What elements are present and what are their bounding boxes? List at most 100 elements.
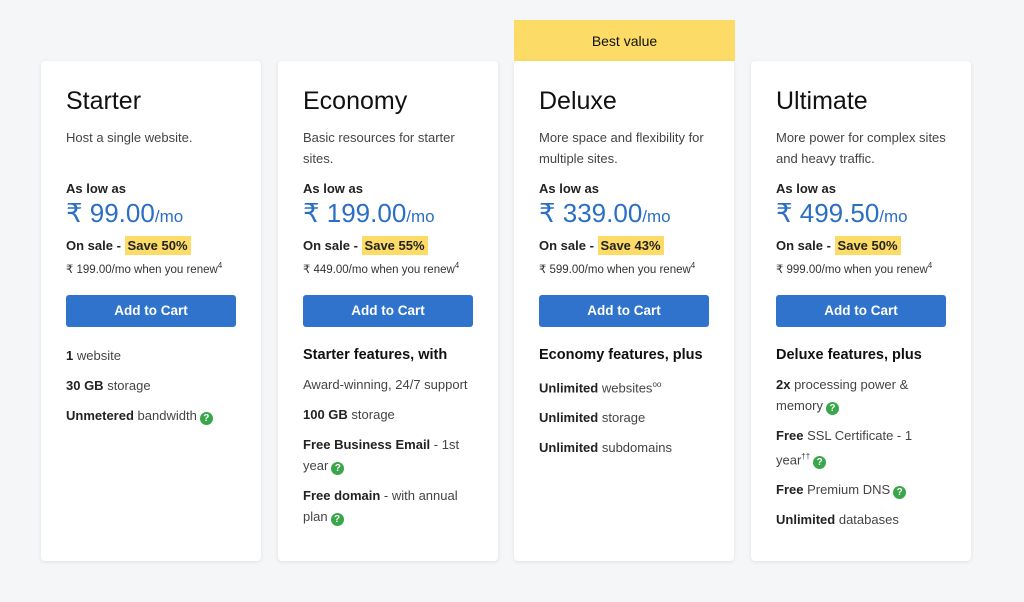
renew-price: ₹ 199.00/mo when you renew4: [66, 261, 223, 276]
plan-price: ₹ 339.00/mo: [539, 198, 709, 233]
price-period: /mo: [642, 207, 671, 226]
footnote-marker: 4: [927, 261, 933, 270]
plan-title: Ultimate: [776, 87, 868, 115]
help-icon[interactable]: ?: [813, 456, 827, 470]
feature-item: Free Premium DNS?: [776, 479, 946, 500]
footnote-marker: 4: [454, 261, 460, 270]
sale-label: On sale -: [539, 238, 594, 253]
price-period: /mo: [154, 207, 184, 226]
price-amount: ₹ 339.00: [539, 198, 643, 228]
renew-price: ₹ 449.00/mo when you renew4: [303, 261, 460, 276]
features-heading: Economy features, plus: [539, 346, 703, 363]
price-amount: ₹ 99.00: [66, 198, 155, 228]
plan-title: Economy: [303, 87, 408, 115]
footnote-marker: ††: [801, 451, 811, 461]
feature-highlight: Free: [776, 427, 804, 443]
feature-text: website: [73, 347, 121, 363]
plan-card-economy: Economy Basic resources for starter site…: [278, 61, 498, 561]
feature-item: Unlimited websitesoo: [539, 374, 709, 398]
plan-card-deluxe: Deluxe More space and flexibility for mu…: [514, 61, 734, 561]
as-low-as-label: As low as: [66, 181, 126, 196]
save-badge: Save 55%: [361, 236, 428, 255]
feature-item: 30 GB storage: [66, 375, 236, 396]
feature-list: 1 website 30 GB storage Unmetered bandwidt…: [66, 345, 236, 426]
feature-item: 100 GB storage: [303, 404, 473, 425]
sale-label: On sale -: [66, 238, 121, 253]
sale-line: On sale - Save 55%: [303, 236, 473, 256]
sale-label: On sale -: [776, 238, 831, 253]
help-icon[interactable]: ?: [331, 461, 345, 475]
features-heading: Starter features, with: [303, 346, 448, 363]
plan-description: More power for complex sites and heavy t…: [776, 130, 946, 166]
feature-list: Economy features, plus Unlimited websites…: [539, 345, 709, 458]
feature-text: storage: [347, 406, 395, 422]
add-to-cart-button[interactable]: Add to Cart: [539, 294, 709, 327]
help-icon[interactable]: ?: [199, 411, 213, 425]
as-low-as-label: As low as: [303, 181, 363, 196]
feature-text: Premium DNS: [803, 482, 891, 498]
price-amount: ₹ 199.00: [303, 198, 407, 228]
add-to-cart-button[interactable]: Add to Cart: [776, 294, 946, 327]
price-period: /mo: [879, 207, 908, 226]
feature-text: storage: [598, 410, 646, 426]
feature-text: processing power & memory: [776, 376, 909, 413]
feature-highlight: 2x: [776, 376, 791, 392]
feature-text: websites: [598, 380, 653, 396]
feature-text: databases: [835, 512, 899, 528]
save-badge: Save 50%: [834, 236, 901, 255]
renew-price: ₹ 599.00/mo when you renew4: [539, 261, 696, 276]
feature-highlight: Free domain: [303, 487, 381, 503]
feature-highlight: Unlimited: [539, 380, 599, 396]
feature-highlight: Unlimited: [539, 410, 599, 426]
feature-highlight: Free: [776, 482, 804, 498]
feature-item: 1 website: [66, 345, 236, 366]
save-badge: Save 50%: [124, 236, 191, 255]
best-value-label: Best value: [591, 33, 658, 49]
feature-item: Free SSL Certificate - 1 year††?: [776, 425, 946, 470]
feature-item: Unlimited subdomains: [539, 437, 709, 458]
add-to-cart-button[interactable]: Add to Cart: [66, 294, 236, 327]
price-amount: ₹ 499.50: [776, 198, 880, 228]
sale-line: On sale - Save 50%: [66, 236, 236, 256]
sale-line: On sale - Save 50%: [776, 236, 946, 256]
plan-card-starter: Starter Host a single website. As low as…: [41, 61, 261, 561]
feature-list: Deluxe features, plus 2x processing power…: [776, 345, 946, 530]
feature-highlight: 30 GB: [66, 377, 104, 393]
feature-item: 2x processing power & memory?: [776, 374, 946, 416]
as-low-as-label: As low as: [539, 181, 599, 196]
renew-price: ₹ 999.00/mo when you renew4: [776, 261, 933, 276]
footnote-marker: 4: [690, 261, 696, 270]
plan-price: ₹ 199.00/mo: [303, 198, 473, 233]
sale-label: On sale -: [303, 238, 358, 253]
plan-title: Starter: [66, 87, 142, 115]
help-icon[interactable]: ?: [825, 401, 839, 415]
feature-list: Starter features, with Award-winning, 24/…: [303, 345, 473, 527]
feature-item: Free Business Email - 1st year?: [303, 434, 473, 476]
feature-text: Award-winning, 24/7 support: [303, 376, 468, 392]
feature-highlight: Unlimited: [776, 512, 836, 528]
feature-highlight: Unmetered: [66, 407, 134, 423]
sale-line: On sale - Save 43%: [539, 236, 709, 256]
save-badge: Save 43%: [597, 236, 664, 255]
plan-title: Deluxe: [539, 87, 617, 115]
help-icon[interactable]: ?: [330, 512, 344, 526]
footnote-marker: oo: [652, 379, 662, 389]
feature-highlight: Free Business Email: [303, 436, 431, 452]
feature-text: bandwidth: [133, 407, 197, 423]
best-value-badge: Best value: [514, 20, 735, 69]
as-low-as-label: As low as: [776, 181, 836, 196]
price-period: /mo: [406, 207, 435, 226]
feature-item: Free domain - with annual plan?: [303, 485, 473, 527]
features-heading: Deluxe features, plus: [776, 346, 922, 363]
feature-highlight: 100 GB: [303, 406, 348, 422]
feature-item: Award-winning, 24/7 support: [303, 374, 473, 395]
plan-description: Basic resources for starter sites.: [303, 130, 455, 166]
plan-description: More space and flexibility for multiple …: [539, 130, 704, 166]
add-to-cart-button[interactable]: Add to Cart: [303, 294, 473, 327]
feature-highlight: Unlimited: [539, 440, 599, 456]
footnote-marker: 4: [217, 261, 223, 270]
feature-item: Unlimited databases: [776, 509, 946, 530]
feature-text: subdomains: [598, 440, 672, 456]
plan-card-ultimate: Ultimate More power for complex sites an…: [751, 61, 971, 561]
help-icon[interactable]: ?: [893, 486, 907, 500]
